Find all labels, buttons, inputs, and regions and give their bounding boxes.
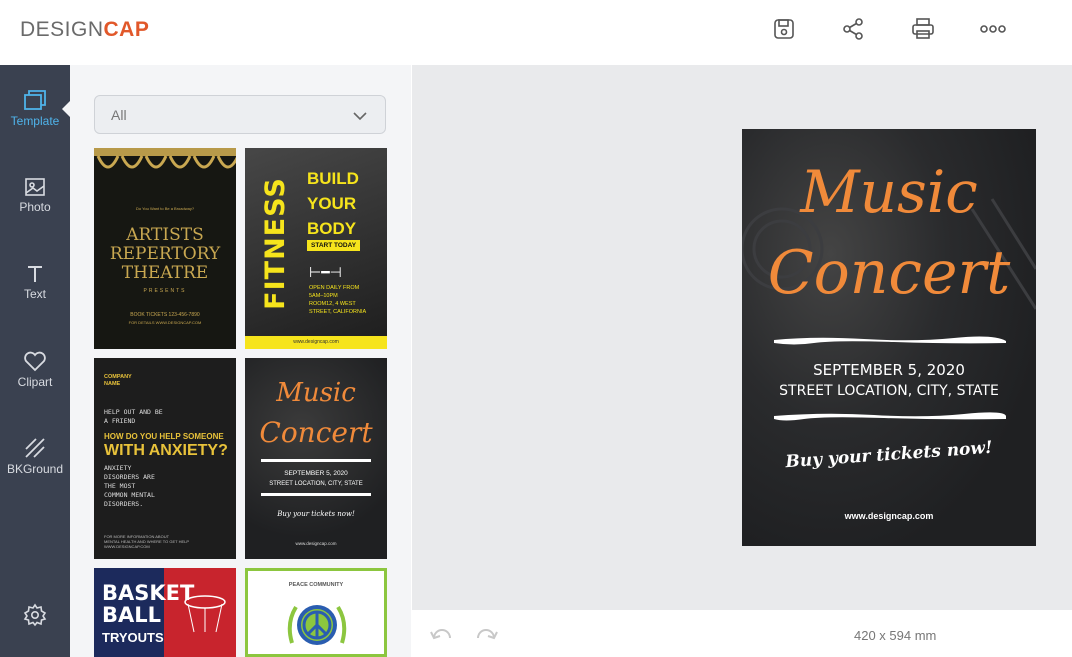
sidebar-item-label: Template (10, 113, 60, 128)
sidebar-item-template[interactable]: Template (0, 73, 70, 143)
sidebar: Template Photo Text Clipart BKGround (0, 65, 70, 657)
concert-date: SEPTEMBER 5, 2020 (284, 470, 348, 477)
anxiety-question: HOW DO YOU HELP SOMEONE (104, 432, 224, 441)
template-thumb-peace-community[interactable]: PEACE COMMUNITY (245, 568, 387, 657)
background-icon (25, 437, 45, 458)
poster-title-concert[interactable]: Concert (742, 243, 1036, 303)
anxiety-company: COMPANY (104, 374, 132, 380)
curtain-decoration (94, 148, 236, 169)
fitness-info: ROOM12, 4 WEST (309, 301, 356, 307)
fitness-title-line: BUILD (307, 169, 359, 188)
anxiety-body: DISORDERS ARE (104, 473, 155, 481)
anxiety-body: ANXIETY (104, 464, 132, 472)
anxiety-company: NAME (104, 381, 121, 387)
canvas-area: Music Concert SEPTEMBER 5, 2020 STREET L… (412, 65, 1072, 610)
undo-icon[interactable] (430, 626, 452, 645)
heart-icon (24, 351, 46, 371)
concert-title2: Concert (259, 416, 373, 449)
anxiety-intro: A FRIEND (104, 417, 136, 425)
poster-canvas[interactable]: Music Concert SEPTEMBER 5, 2020 STREET L… (742, 129, 1036, 546)
poster-website[interactable]: www.designcap.com (742, 511, 1036, 521)
sidebar-item-label: Text (23, 286, 46, 301)
concert-title1: Music (276, 378, 356, 408)
fitness-info: 5AM–10PM (309, 293, 338, 299)
sidebar-item-clipart[interactable]: Clipart (0, 334, 70, 404)
dumbbell-icon: ⊢━⊣ (309, 264, 342, 280)
fitness-title-line: BODY (307, 219, 357, 238)
category-select-value: All (111, 107, 127, 123)
template-panel: All Do You Want to Be a Broadway? ARTIST… (70, 65, 411, 657)
concert-cta: Buy your tickets now! (277, 510, 355, 518)
concert-location: STREET LOCATION, CITY, STATE (269, 481, 363, 487)
brush-stroke (261, 493, 371, 496)
anxiety-body: COMMON MENTAL (104, 491, 155, 499)
fitness-side-text: FITNESS (259, 177, 291, 310)
theatre-title-line: THEATRE (121, 263, 209, 283)
sidebar-item-bkground[interactable]: BKGround (0, 421, 70, 491)
brush-stroke-top (774, 336, 1006, 345)
template-thumb-fitness[interactable]: FITNESS BUILD YOUR BODY START TODAY ⊢━⊣ … (245, 148, 387, 349)
bottom-bar: 420 x 594 mm (412, 610, 1072, 657)
theatre-footer2: FOR DETAILS WWW.DESIGNCAP.COM (128, 320, 202, 325)
theatre-title-line: ARTISTS (126, 225, 204, 245)
redo-icon[interactable] (476, 626, 498, 645)
theatre-footer1: BOOK TICKETS 123-456-7890 (130, 312, 200, 318)
save-icon[interactable] (769, 14, 799, 44)
template-thumb-theatre[interactable]: Do You Want to Be a Broadway? ARTISTS RE… (94, 148, 236, 349)
canvas-size-label: 420 x 594 mm (854, 628, 937, 643)
anxiety-body: DISORDERS. (104, 500, 144, 508)
top-bar: DESIGNCAP (0, 0, 1072, 65)
poster-location[interactable]: STREET LOCATION, CITY, STATE (742, 383, 1036, 399)
poster-date[interactable]: SEPTEMBER 5, 2020 (742, 361, 1036, 379)
peace-title: PEACE COMMUNITY (288, 582, 344, 588)
logo[interactable]: DESIGNCAP (20, 18, 149, 42)
template-thumb-music-concert[interactable]: Music Concert SEPTEMBER 5, 2020 STREET L… (245, 358, 387, 559)
chevron-down-icon (353, 108, 367, 124)
sidebar-item-text[interactable]: Text (0, 247, 70, 317)
brush-stroke (261, 459, 371, 462)
anxiety-body: THE MOST (104, 482, 136, 490)
theatre-title-line: REPERTORY (109, 244, 221, 264)
fitness-info: STREET, CALIFORNIA (309, 309, 367, 315)
photo-icon (25, 177, 45, 196)
logo-suffix: CAP (103, 18, 150, 41)
fitness-badge: START TODAY (307, 240, 361, 251)
poster-title-music[interactable]: Music (742, 163, 1036, 221)
sidebar-item-label: Photo (19, 199, 51, 214)
template-thumb-anxiety[interactable]: COMPANY NAME HELP OUT AND BE A FRIEND HO… (94, 358, 236, 559)
sidebar-item-label: Clipart (17, 374, 53, 389)
anxiety-big: WITH ANXIETY? (104, 442, 228, 459)
settings-button[interactable] (0, 580, 70, 650)
template-thumb-basketball[interactable]: BASKET BALL TRYOUTS (94, 568, 236, 657)
logo-prefix: DESIGN (20, 18, 104, 41)
sidebar-item-label: BKGround (6, 461, 64, 476)
hoop-icon (184, 595, 226, 633)
concert-footer: www.designcap.com (295, 541, 337, 546)
anxiety-intro: HELP OUT AND BE (104, 408, 163, 416)
sidebar-item-photo[interactable]: Photo (0, 160, 70, 230)
theatre-small-text: Do You Want to Be a Broadway? (135, 206, 195, 211)
fitness-info: OPEN DAILY FROM (309, 285, 360, 291)
template-icon (24, 89, 46, 110)
fitness-footer: www.designcap.com (245, 336, 387, 349)
more-icon[interactable] (978, 14, 1008, 44)
theatre-presents: PRESENTS (143, 288, 187, 294)
anxiety-footer: WWW.DESIGNCAP.COM (104, 544, 150, 549)
gear-icon (23, 603, 47, 627)
basketball-sub: TRYOUTS (102, 630, 164, 645)
peace-icon (287, 605, 347, 645)
print-icon[interactable] (908, 14, 938, 44)
brush-stroke-bottom (774, 412, 1006, 421)
category-select[interactable]: All (94, 95, 386, 134)
share-icon[interactable] (838, 14, 868, 44)
text-icon (28, 265, 42, 282)
fitness-title-line: YOUR (307, 194, 357, 213)
